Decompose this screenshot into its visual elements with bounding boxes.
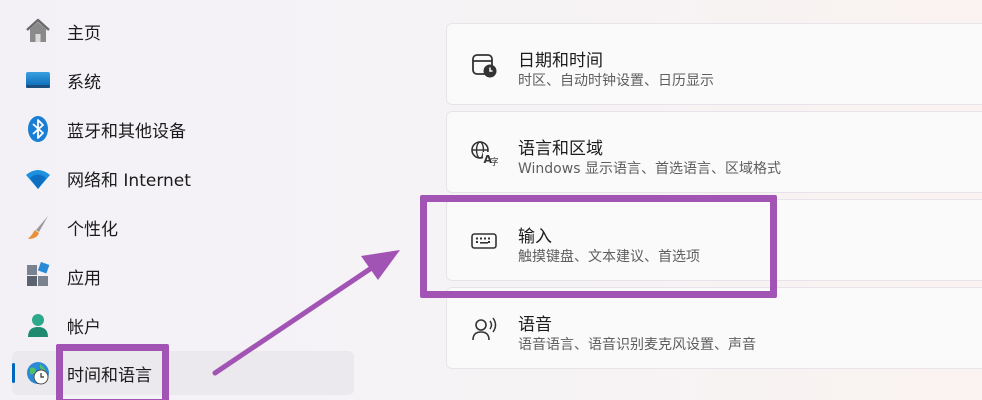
sidebar-item-system[interactable]: 系统: [12, 58, 354, 102]
sidebar: 主页 系统 蓝牙和其他设备 网络和 Internet 个性化 应用 帐户 时间和…: [0, 0, 360, 400]
globe-clock-icon: [24, 359, 52, 387]
calendar-clock-icon: [469, 50, 499, 80]
sidebar-item-label: 主页: [67, 23, 101, 44]
wifi-icon: [24, 164, 52, 192]
settings-card-typing[interactable]: 输入 触摸键盘、文本建议、首选项: [446, 199, 982, 281]
sidebar-item-label: 蓝牙和其他设备: [67, 121, 186, 142]
account-icon: [24, 311, 52, 339]
svg-text:字: 字: [490, 156, 498, 167]
display-icon: [24, 66, 52, 94]
settings-card-speech[interactable]: 语音 语音语言、语音识别麦克风设置、声音: [446, 287, 982, 369]
card-subtitle: 触摸键盘、文本建议、首选项: [518, 249, 700, 265]
sidebar-item-personalization[interactable]: 个性化: [12, 205, 354, 249]
card-title: 语言和区域: [518, 139, 603, 159]
sidebar-item-label: 时间和语言: [67, 365, 152, 386]
card-subtitle: 时区、自动时钟设置、日历显示: [518, 73, 714, 89]
brush-icon: [24, 213, 52, 241]
sidebar-item-accounts[interactable]: 帐户: [12, 303, 354, 347]
language-icon: A字: [469, 138, 499, 168]
active-indicator: [12, 363, 15, 383]
bluetooth-icon: [24, 115, 52, 143]
keyboard-icon: [469, 226, 499, 256]
card-subtitle: Windows 显示语言、首选语言、区域格式: [518, 161, 781, 177]
card-subtitle: 语音语言、语音识别麦克风设置、声音: [518, 337, 756, 353]
sidebar-item-time-language[interactable]: 时间和语言: [12, 351, 354, 395]
speech-icon: [469, 314, 499, 344]
sidebar-item-network[interactable]: 网络和 Internet: [12, 156, 354, 200]
settings-card-date-time[interactable]: 日期和时间 时区、自动时钟设置、日历显示: [446, 23, 982, 105]
sidebar-item-label: 网络和 Internet: [67, 170, 191, 191]
sidebar-item-label: 系统: [67, 72, 101, 93]
card-title: 输入: [518, 227, 552, 247]
sidebar-item-label: 个性化: [67, 219, 118, 240]
sidebar-item-label: 应用: [67, 268, 101, 289]
card-title: 日期和时间: [518, 51, 603, 71]
home-icon: [24, 17, 52, 45]
sidebar-item-bluetooth[interactable]: 蓝牙和其他设备: [12, 107, 354, 151]
settings-card-language-region[interactable]: A字 语言和区域 Windows 显示语言、首选语言、区域格式: [446, 111, 982, 193]
sidebar-item-label: 帐户: [67, 317, 101, 338]
card-title: 语音: [518, 315, 552, 335]
sidebar-item-home[interactable]: 主页: [12, 9, 354, 53]
sidebar-item-apps[interactable]: 应用: [12, 254, 354, 298]
apps-icon: [24, 262, 52, 290]
